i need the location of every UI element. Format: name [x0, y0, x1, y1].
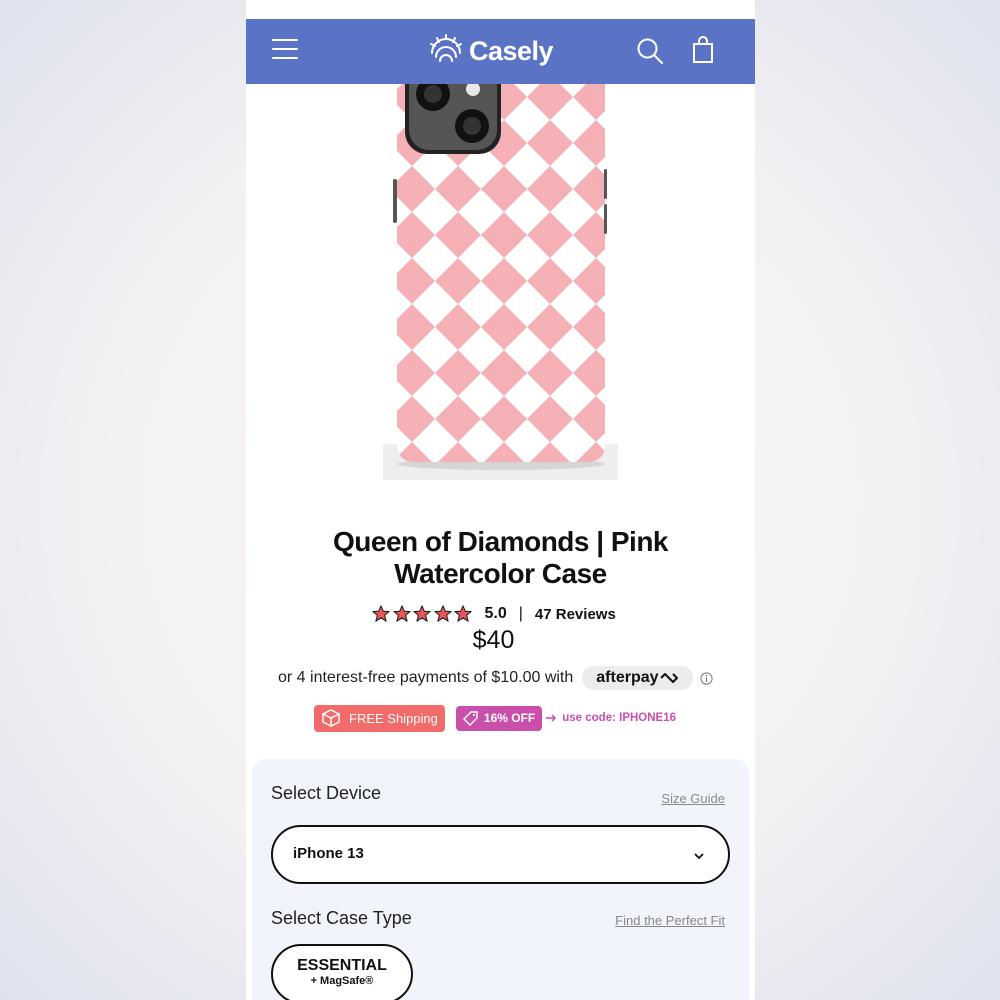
- arrow-right-icon: [546, 714, 557, 722]
- product-title: Queen of Diamonds | Pink Watercolor Case: [333, 526, 669, 589]
- installments-text: or 4 interest-free payments of $10.00 wi…: [278, 669, 574, 686]
- afterpay-label: afterpay: [596, 669, 659, 686]
- product-options-panel: Select Device Size Guide iPhone 13 Selec…: [252, 759, 749, 1000]
- status-strip: [246, 0, 755, 19]
- box-icon: [322, 709, 340, 727]
- promo-code-text: use code: IPHONE16: [562, 712, 677, 724]
- tag-icon: [462, 710, 478, 726]
- select-device-label: Select Device: [271, 783, 382, 803]
- afterpay-loop-icon: [659, 673, 678, 683]
- star-icon: [392, 605, 411, 622]
- afterpay-badge[interactable]: afterpay: [582, 666, 693, 690]
- free-shipping-label: FREE Shipping: [349, 710, 438, 726]
- mobile-page: Casely Queen of Diamonds | Pink Watercol…: [246, 0, 755, 1000]
- case-type-essential-option[interactable]: ESSENTIAL + MagSafe®: [271, 944, 413, 1000]
- free-shipping-badge: FREE Shipping: [314, 704, 445, 732]
- case-type-name: ESSENTIAL: [297, 957, 387, 974]
- star-icon: [372, 605, 390, 622]
- promo-row: FREE Shipping 16% OFF use code: IPHONE16: [314, 704, 676, 732]
- star-rating: [372, 605, 475, 623]
- find-perfect-fit-link[interactable]: Find the Perfect Fit: [615, 913, 725, 928]
- brand-name: Casely: [469, 35, 554, 66]
- star-icon: [454, 605, 472, 622]
- rating-row: 5.0 | 47 Reviews: [372, 603, 616, 625]
- select-case-type-label: Select Case Type: [271, 908, 412, 928]
- product-price: $40: [472, 626, 515, 654]
- top-navbar: Casely: [246, 19, 755, 84]
- search-icon[interactable]: [636, 37, 664, 65]
- chevron-down-icon: [694, 853, 704, 860]
- rating-value: 5.0: [484, 605, 507, 622]
- brand-logo[interactable]: Casely: [428, 33, 554, 69]
- discount-badge: 16% OFF: [455, 705, 543, 731]
- hamburger-menu-icon[interactable]: [272, 39, 298, 61]
- reviews-link[interactable]: 47 Reviews: [535, 606, 616, 623]
- star-icon: [433, 605, 452, 622]
- product-image[interactable]: [383, 84, 618, 480]
- device-select-value: iPhone 13: [293, 845, 364, 862]
- device-select[interactable]: iPhone 13: [271, 825, 730, 884]
- info-icon[interactable]: [699, 671, 713, 685]
- sunrise-logo-icon: [430, 34, 462, 62]
- installments-row: or 4 interest-free payments of $10.00 wi…: [278, 665, 713, 691]
- star-icon: [413, 605, 431, 622]
- rating-separator: |: [518, 605, 523, 622]
- discount-label: 16% OFF: [483, 711, 536, 725]
- case-type-sub: + MagSafe®: [310, 975, 374, 987]
- size-guide-link[interactable]: Size Guide: [661, 791, 725, 806]
- shopping-bag-icon[interactable]: [692, 36, 714, 64]
